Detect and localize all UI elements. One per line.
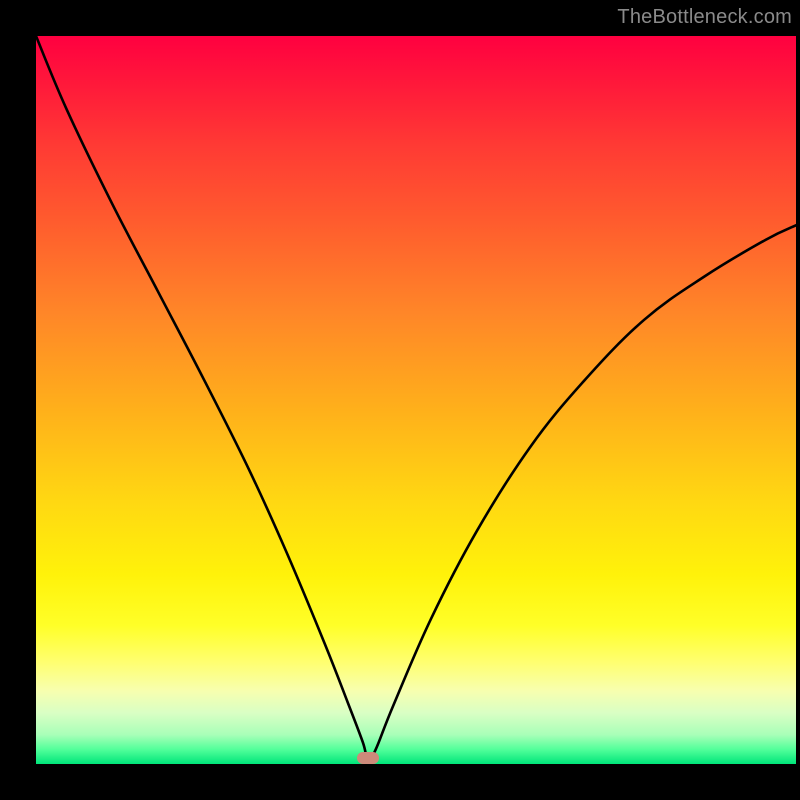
watermark-text: TheBottleneck.com: [617, 6, 792, 29]
chart-stage: TheBottleneck.com: [0, 0, 800, 800]
curve-path: [36, 36, 796, 761]
chart-plot-area: [36, 36, 796, 764]
bottleneck-curve: [36, 36, 796, 764]
optimum-marker: [357, 752, 379, 764]
